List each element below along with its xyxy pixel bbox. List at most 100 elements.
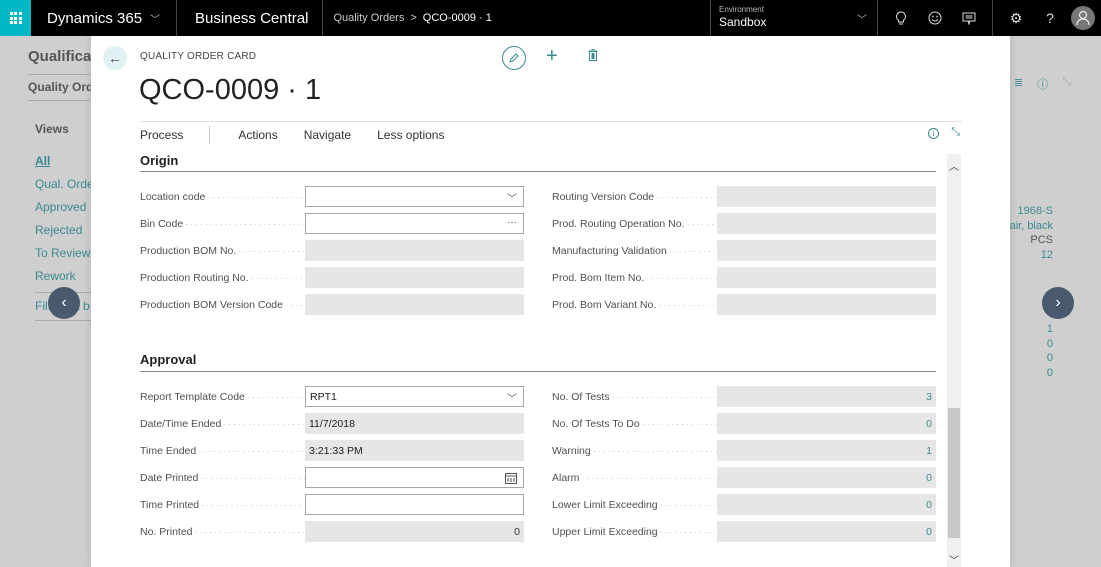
expand-icon[interactable]: ⤡ [1062, 76, 1071, 92]
next-record-button[interactable]: › [1042, 287, 1074, 319]
scroll-down-icon[interactable]: ﹀ [947, 552, 961, 567]
field-label: Production Routing No. [140, 272, 305, 284]
lower-limit-exceeding-value[interactable]: 0 [717, 494, 936, 515]
help-icon[interactable]: ? [1033, 0, 1067, 36]
section-origin-title[interactable]: Origin [140, 153, 178, 168]
lightbulb-icon[interactable] [884, 0, 918, 36]
gear-icon[interactable]: ⚙ [999, 0, 1033, 36]
list-view-icon[interactable]: ≣ [1014, 76, 1023, 92]
scrollbar-thumb[interactable] [948, 408, 960, 538]
action-navigate[interactable]: Navigate [304, 128, 351, 142]
prod-bom-variant-no-value [717, 294, 936, 315]
view-rejected[interactable]: Rejected [35, 223, 94, 246]
view-to-review[interactable]: To Review [35, 246, 94, 269]
back-button[interactable]: ← [103, 46, 127, 70]
field-label: Prod. Routing Operation No. [552, 218, 717, 230]
action-less-options[interactable]: Less options [377, 128, 444, 142]
info-icon[interactable]: i [928, 128, 939, 139]
factbox-value[interactable]: hair, black [1003, 219, 1053, 234]
view-approved[interactable]: Approved [35, 200, 94, 223]
field-label: Lower Limit Exceeding [552, 499, 717, 511]
factbox-value[interactable]: 1 [1047, 322, 1053, 337]
factbox-value[interactable]: 12 [1003, 248, 1053, 263]
manufacturing-validation-value [717, 240, 936, 261]
view-qual-orders[interactable]: Qual. Orde [35, 177, 94, 200]
field-routing-version-code: Routing Version Code [552, 186, 936, 207]
report-template-code-dropdown[interactable]: RPT1 ﹀ [305, 386, 524, 407]
field-label: Production BOM No. [140, 245, 305, 257]
action-process[interactable]: Process [140, 128, 183, 142]
calendar-icon[interactable] [505, 472, 517, 484]
section-approval-title[interactable]: Approval [140, 352, 196, 367]
action-bar: Process Actions Navigate Less options i … [140, 121, 962, 148]
factbox-value[interactable]: 0 [1047, 366, 1053, 381]
assist-icons [878, 0, 993, 36]
list-toolbar: ≣ ⓘ ⤡ [1014, 76, 1071, 92]
prod-routing-operation-no-value [717, 213, 936, 234]
field-manufacturing-validation: Manufacturing Validation [552, 240, 936, 261]
collapse-icon[interactable]: ⤡ [951, 126, 960, 139]
field-no-of-tests-to-do: No. Of Tests To Do 0 [552, 413, 936, 434]
field-alarm: Alarm 0 [552, 467, 936, 488]
environment-selector[interactable]: Environment Sandbox ﹀ [710, 0, 878, 36]
product-switcher[interactable]: Dynamics 365 ﹀ [31, 0, 178, 36]
info-icon[interactable]: ⓘ [1037, 76, 1048, 92]
environment-label: Environment [719, 5, 764, 14]
app-name[interactable]: Business Central [177, 0, 324, 36]
factbox-value[interactable]: 0 [1047, 337, 1053, 352]
smiley-icon[interactable] [918, 0, 952, 36]
factbox-value: PCS [1030, 234, 1053, 246]
field-prod-bom-item-no: Prod. Bom Item No. [552, 267, 936, 288]
no-of-tests-to-do-value[interactable]: 0 [717, 413, 936, 434]
field-prod-bom-variant-no: Prod. Bom Variant No. [552, 294, 936, 315]
field-value: RPT1 [310, 390, 337, 403]
ellipsis-icon[interactable]: ··· [507, 217, 517, 228]
bin-code-input[interactable]: ··· [305, 213, 524, 234]
chevron-down-icon: ﹀ [507, 394, 517, 405]
action-separator [209, 126, 211, 144]
chevron-down-icon: ﹀ [507, 194, 517, 205]
arrow-left-icon: ← [108, 50, 122, 66]
date-printed-input[interactable] [305, 467, 524, 488]
alarm-value[interactable]: 0 [717, 467, 936, 488]
factbox-value[interactable]: 1968-S [1003, 204, 1053, 219]
edit-button[interactable] [502, 46, 526, 70]
user-avatar[interactable] [1071, 6, 1095, 30]
chevron-right-icon: › [1055, 294, 1061, 311]
field-production-routing-no: Production Routing No. [140, 267, 524, 288]
vertical-scrollbar[interactable]: ︿ ﹀ [947, 154, 961, 567]
app-launcher-button[interactable] [0, 0, 31, 36]
plus-icon: + [546, 45, 558, 67]
field-no-of-tests: No. Of Tests 3 [552, 386, 936, 407]
field-label: No. Printed [140, 526, 305, 538]
warning-value[interactable]: 1 [717, 440, 936, 461]
production-bom-version-code-value [305, 294, 524, 315]
upper-limit-exceeding-value[interactable]: 0 [717, 521, 936, 542]
previous-record-button[interactable]: ‹ [48, 287, 80, 319]
prod-bom-item-no-value [717, 267, 936, 288]
location-code-dropdown[interactable]: ﹀ [305, 186, 524, 207]
breadcrumb-parent[interactable]: Quality Orders [333, 12, 404, 24]
quality-order-card: ← QUALITY ORDER CARD QCO-0009 · 1 + Proc… [91, 36, 1010, 567]
waffle-icon [9, 12, 22, 24]
delete-button[interactable] [588, 49, 598, 64]
scroll-up-icon[interactable]: ︿ [947, 158, 961, 173]
card-type-label: QUALITY ORDER CARD [140, 51, 257, 62]
view-all[interactable]: All [35, 154, 94, 177]
field-time-ended: Time Ended 3:21:33 PM [140, 440, 524, 461]
trash-icon [588, 49, 598, 61]
pencil-icon [509, 53, 519, 63]
no-of-tests-value[interactable]: 3 [717, 386, 936, 407]
factbox-value[interactable]: 0 [1047, 351, 1053, 366]
field-label: Location code [140, 191, 305, 203]
time-printed-input[interactable] [305, 494, 524, 515]
feedback-icon[interactable] [952, 0, 986, 36]
field-label: Prod. Bom Variant No. [552, 299, 717, 311]
top-bar: Dynamics 365 ﹀ Business Central Quality … [0, 0, 1101, 36]
field-production-bom-version-code: Production BOM Version Code [140, 294, 524, 315]
section-divider [140, 171, 936, 172]
production-bom-no-value [305, 240, 524, 261]
new-button[interactable]: + [546, 45, 558, 68]
action-actions[interactable]: Actions [238, 128, 277, 142]
factbox-values-2: 1 0 0 0 [1047, 322, 1053, 380]
